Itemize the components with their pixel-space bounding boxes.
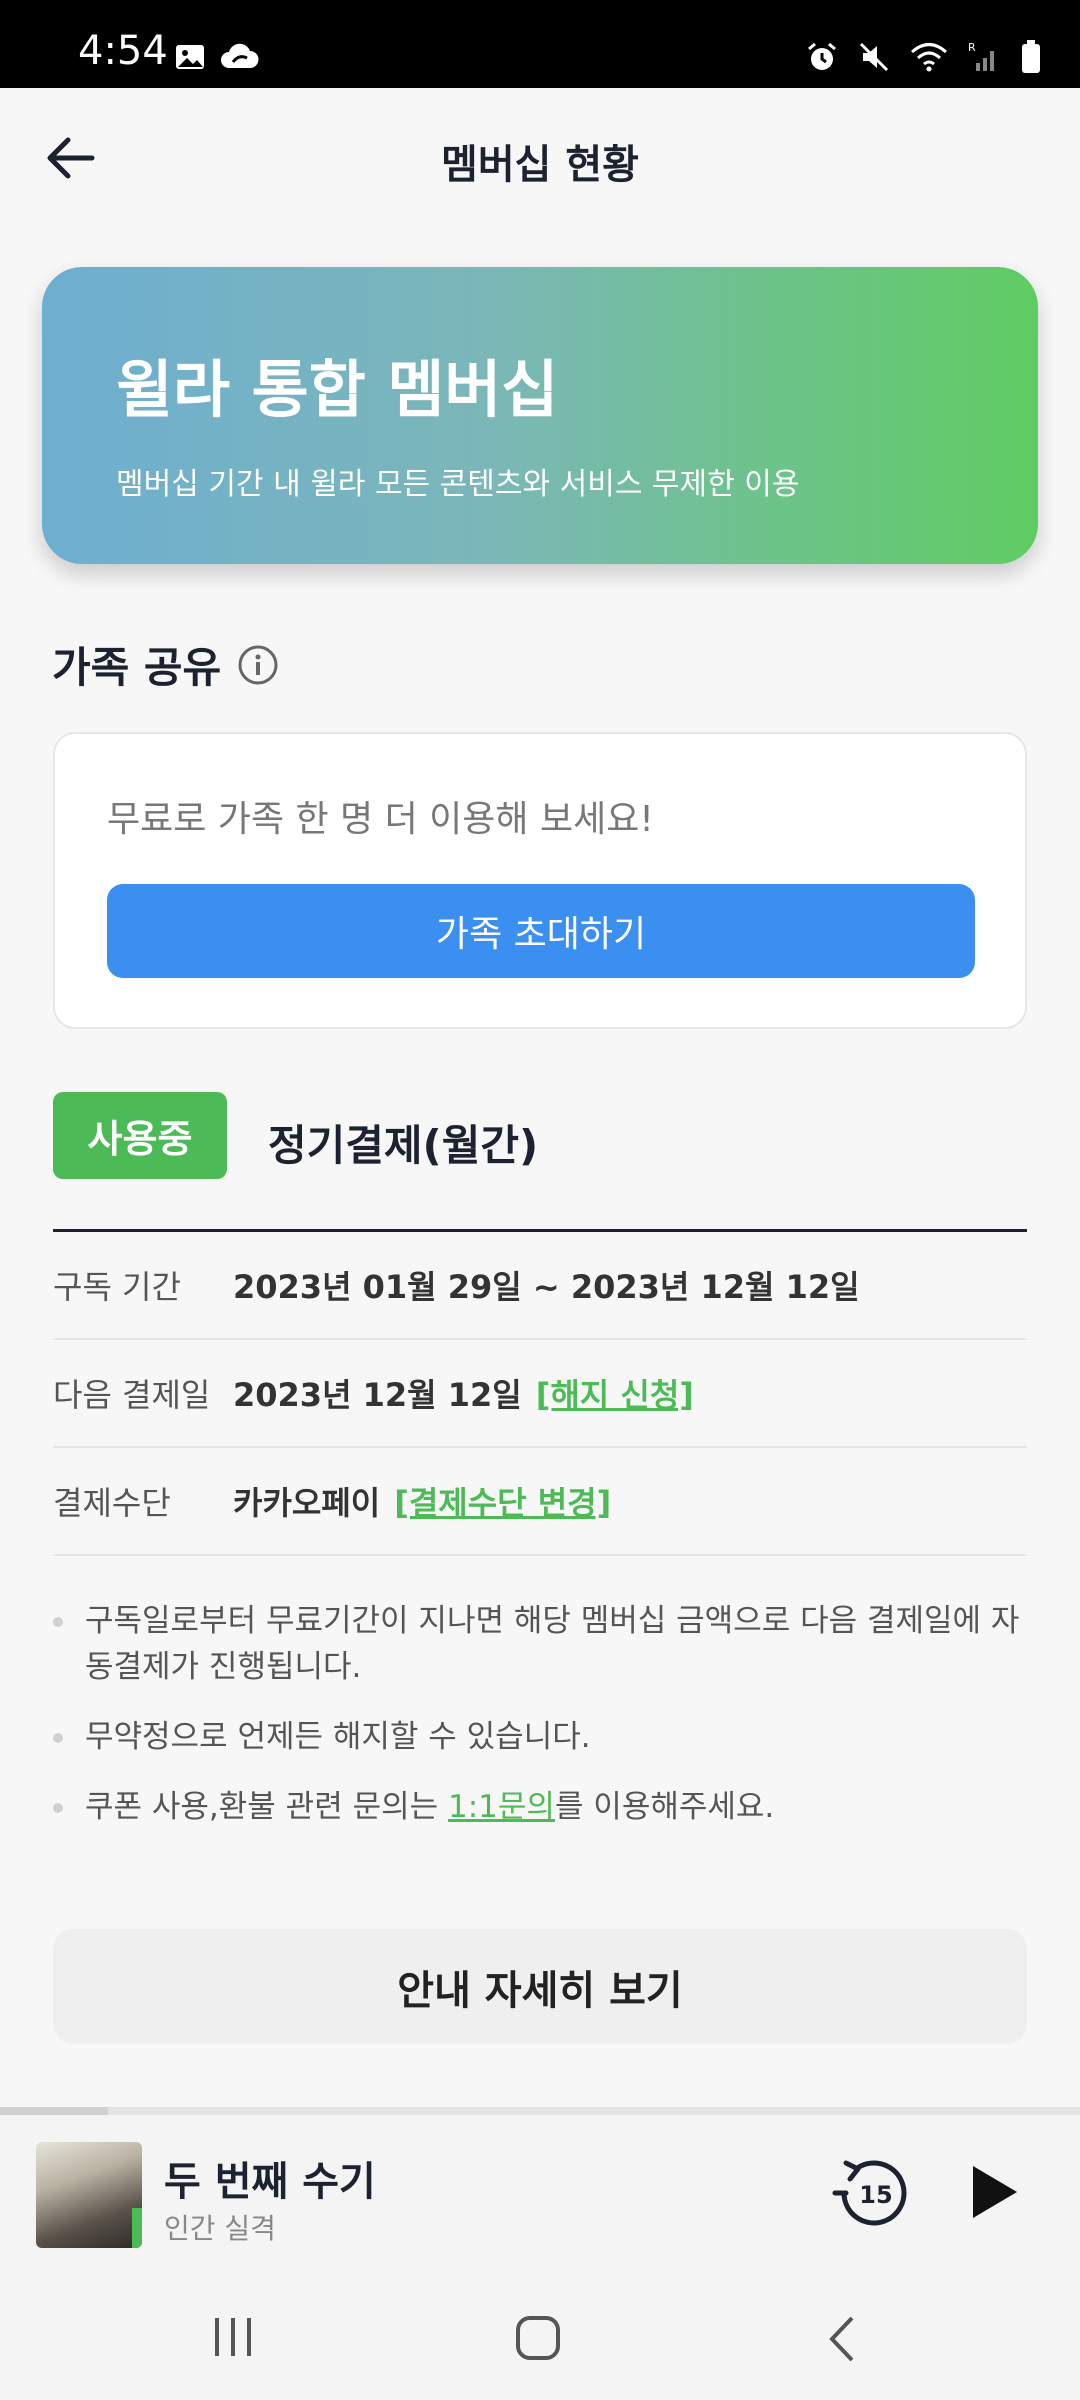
row-value: 2023년 12월 12일 [233,1376,522,1414]
system-back-button[interactable] [822,2314,862,2368]
recent-apps-icon [215,2318,251,2356]
play-icon [973,2166,1017,2218]
cancel-subscription-link[interactable]: [해지 신청] [536,1370,694,1416]
playback-progress-track [0,2107,1080,2115]
coupon-note-suffix: 를 이용해주세요. [554,1789,775,1825]
plan-name: 정기결제(월간) [268,1121,539,1170]
membership-banner: 윌라 통합 멤버십 멤버십 기간 내 윌라 모든 콘텐츠와 서비스 무제한 이용 [42,267,1038,564]
recent-apps-button[interactable] [207,2316,259,2362]
status-badge: 사용중 [53,1092,227,1179]
page-title: 멤버십 현황 [441,142,639,188]
family-sharing-title: 가족 공유 [52,643,222,692]
family-sharing-heading: 가족 공유 [52,634,279,695]
row-label: 구독 기간 [53,1268,181,1306]
mini-player[interactable]: 두 번째 수기 인간 실격 15 [0,2107,1080,2272]
gallery-icon [176,45,204,69]
inquiry-link[interactable]: 1:1문의 [448,1789,555,1825]
row-label: 다음 결제일 [53,1376,211,1414]
wifi-icon [911,43,947,72]
status-bar: 4:54 R [0,0,1080,88]
home-button[interactable] [512,2312,564,2368]
home-icon [516,2316,560,2360]
track-subtitle: 인간 실격 [164,2212,276,2245]
play-button[interactable] [958,2157,1028,2227]
track-title: 두 번째 수기 [164,2159,376,2205]
membership-subtitle: 멤버십 기간 내 윌라 모든 콘텐츠와 서비스 무제한 이용 [116,467,800,502]
chevron-left-icon [829,2316,854,2362]
app-header: 멤버십 현황 [0,88,1080,228]
signal-icon: R [968,41,994,71]
rewind-15-button[interactable]: 15 [832,2153,912,2233]
list-item: 쿠폰 사용,환불 관련 문의는 1:1문의를 이용해주세요. [53,1784,1033,1830]
row-label: 결제수단 [53,1484,171,1522]
family-promo-text: 무료로 가족 한 명 더 이용해 보세요! [107,799,654,840]
subscription-info-table: 구독 기간 2023년 01월 29일 ~ 2023년 12월 12일 다음 결… [53,1229,1027,1556]
rewind-icon: 15 [832,2160,907,2226]
table-row: 다음 결제일 2023년 12월 12일 [해지 신청] [53,1340,1027,1448]
membership-title: 윌라 통합 멤버십 [116,353,559,426]
album-art[interactable] [36,2142,142,2248]
battery-icon [1022,40,1040,73]
playback-progress-fill [0,2107,108,2115]
family-invite-card: 무료로 가족 한 명 더 이용해 보세요! 가족 초대하기 [53,732,1027,1029]
cloud-icon [221,43,259,68]
table-row: 결제수단 카카오페이 [결제수단 변경] [53,1448,1027,1556]
system-nav-bar [0,2272,1080,2400]
svg-text:R: R [968,41,976,54]
row-value: 카카오페이 [233,1484,381,1522]
mute-icon [859,42,889,72]
list-item: 구독일로부터 무료기간이 지나면 해당 멤버십 금액으로 다음 결제일에 자동결… [53,1598,1033,1690]
change-payment-link[interactable]: [결제수단 변경] [394,1478,611,1524]
row-value: 2023년 01월 29일 ~ 2023년 12월 12일 [233,1268,860,1306]
status-time: 4:54 [78,28,168,74]
coupon-note-prefix: 쿠폰 사용,환불 관련 문의는 [85,1789,448,1825]
table-row: 구독 기간 2023년 01월 29일 ~ 2023년 12월 12일 [53,1232,1027,1340]
info-icon[interactable] [237,644,279,686]
invite-family-button[interactable]: 가족 초대하기 [107,884,975,978]
alarm-icon [808,42,836,70]
view-details-button[interactable]: 안내 자세히 보기 [53,1929,1027,2044]
notice-list: 구독일로부터 무료기간이 지나면 해당 멤버십 금액으로 다음 결제일에 자동결… [53,1598,1033,1854]
rewind-seconds: 15 [859,2181,892,2209]
list-item: 무약정으로 언제든 해지할 수 있습니다. [53,1714,1033,1760]
